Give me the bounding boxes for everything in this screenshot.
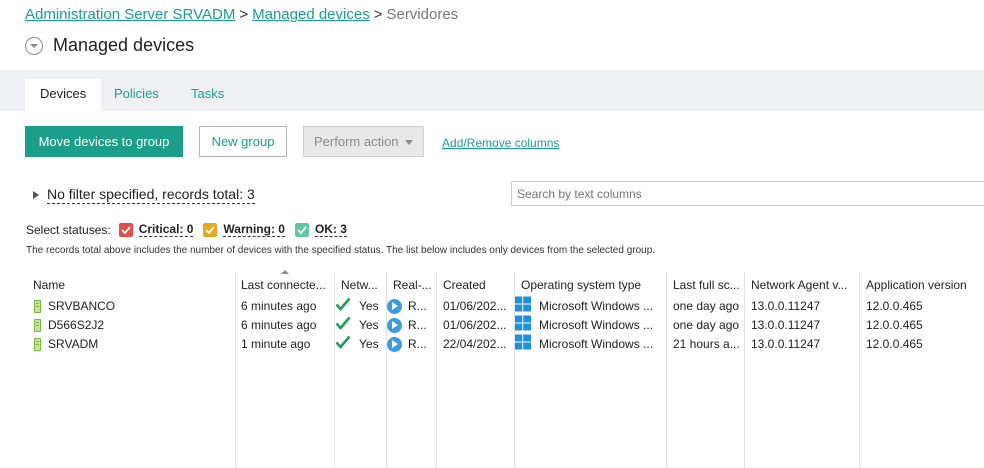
realtime-protection: R... — [408, 299, 427, 313]
os-type: Microsoft Windows ... — [539, 318, 654, 332]
realtime-protection: R... — [408, 318, 427, 332]
network-agent-version: 13.0.0.11247 — [751, 318, 821, 332]
add-remove-columns-link[interactable]: Add/Remove columns — [442, 136, 559, 150]
ok-checkbox[interactable] — [294, 223, 309, 237]
new-group-button[interactable]: New group — [199, 126, 287, 157]
select-statuses-label: Select statuses: — [26, 223, 111, 237]
play-icon — [387, 298, 402, 314]
column-header-os-type[interactable]: Operating system type — [521, 278, 641, 292]
realtime-protection: R... — [408, 337, 427, 351]
network-agent-version: 13.0.0.11247 — [751, 337, 821, 351]
network-status: Yes — [359, 318, 379, 332]
device-name: D566S2J2 — [48, 318, 105, 332]
breadcrumb-managed-devices-link[interactable]: Managed devices — [252, 6, 370, 23]
sort-ascending-icon — [281, 270, 289, 274]
column-header-last-connected[interactable]: Last connecte... — [241, 278, 326, 292]
column-header-application-version[interactable]: Application version — [866, 278, 967, 292]
created-date: 22/04/202... — [443, 337, 507, 351]
device-name: SRVBANCO — [48, 299, 116, 313]
column-separator[interactable] — [744, 272, 745, 468]
column-separator[interactable] — [235, 272, 236, 468]
breadcrumb-current: Servidores — [386, 6, 459, 23]
column-header-last-full-scan[interactable]: Last full sc... — [673, 278, 740, 292]
os-type: Microsoft Windows ... — [539, 337, 654, 351]
check-icon — [335, 297, 351, 316]
critical-checkbox[interactable] — [118, 223, 133, 237]
warning-checkbox[interactable] — [203, 223, 218, 237]
page-title: Managed devices — [53, 35, 195, 55]
perform-action-label: Perform action — [314, 134, 399, 149]
column-header-name[interactable]: Name — [33, 278, 65, 292]
last-connected: 1 minute ago — [241, 337, 311, 351]
ok-status-link[interactable]: OK: 3 — [314, 223, 347, 237]
caret-down-icon — [404, 140, 413, 146]
move-devices-to-group-button[interactable]: Move devices to group — [25, 126, 183, 157]
breadcrumb-separator: > — [239, 6, 249, 23]
status-filter: Select statuses: Critical: 0 Warning: 0 … — [26, 223, 357, 237]
check-icon — [335, 335, 351, 354]
tab-policies[interactable]: Policies — [99, 79, 174, 111]
breadcrumb: Administration Server SRVADM > Managed dev… — [25, 6, 458, 23]
network-agent-version: 13.0.0.11247 — [751, 299, 821, 313]
play-icon — [387, 336, 402, 352]
check-icon — [335, 316, 351, 335]
devices-table: Name Last connecte... Netw... Real-... C… — [27, 270, 984, 468]
device-icon — [34, 299, 41, 313]
column-header-network[interactable]: Netw... — [341, 278, 378, 292]
column-separator[interactable] — [436, 272, 437, 468]
device-icon — [34, 337, 41, 351]
last-full-scan: one day ago — [673, 299, 740, 313]
title-row: Managed devices — [25, 35, 194, 56]
play-icon — [387, 317, 402, 333]
last-full-scan: 21 hours a... — [673, 337, 740, 351]
created-date: 01/06/202... — [443, 299, 507, 313]
tab-devices[interactable]: Devices — [25, 79, 102, 111]
application-version: 12.0.0.465 — [866, 299, 923, 313]
last-connected: 6 minutes ago — [241, 318, 317, 332]
device-name: SRVADM — [48, 337, 99, 351]
column-separator[interactable] — [859, 272, 860, 468]
chevron-down-circle-icon[interactable] — [25, 36, 43, 55]
breadcrumb-server-link[interactable]: Administration Server SRVADM — [25, 6, 235, 23]
windows-icon — [515, 296, 531, 317]
column-header-realtime[interactable]: Real-... — [393, 278, 432, 292]
column-header-created[interactable]: Created — [443, 278, 486, 292]
search-input[interactable] — [511, 181, 984, 206]
critical-status-link[interactable]: Critical: 0 — [138, 223, 194, 237]
records-note: The records total above includes the num… — [26, 245, 656, 256]
network-status: Yes — [359, 337, 379, 351]
created-date: 01/06/202... — [443, 318, 507, 332]
windows-icon — [515, 315, 531, 336]
column-separator[interactable] — [666, 272, 667, 468]
last-full-scan: one day ago — [673, 318, 740, 332]
filter-toggle[interactable]: No filter specified, records total: 3 — [33, 186, 255, 204]
expand-triangle-icon — [33, 191, 39, 199]
column-header-network-agent-version[interactable]: Network Agent v... — [751, 278, 848, 292]
perform-action-button[interactable]: Perform action — [303, 126, 424, 157]
tab-tasks[interactable]: Tasks — [176, 79, 239, 111]
warning-status-link[interactable]: Warning: 0 — [223, 223, 285, 237]
network-status: Yes — [359, 299, 379, 313]
application-version: 12.0.0.465 — [866, 337, 923, 351]
device-icon — [34, 318, 41, 332]
os-type: Microsoft Windows ... — [539, 299, 654, 313]
filter-summary[interactable]: No filter specified, records total: 3 — [47, 186, 255, 204]
tab-bar: Devices Policies Tasks — [0, 70, 984, 111]
application-version: 12.0.0.465 — [866, 318, 923, 332]
windows-icon — [515, 334, 531, 355]
last-connected: 6 minutes ago — [241, 299, 317, 313]
breadcrumb-separator: > — [373, 6, 383, 23]
